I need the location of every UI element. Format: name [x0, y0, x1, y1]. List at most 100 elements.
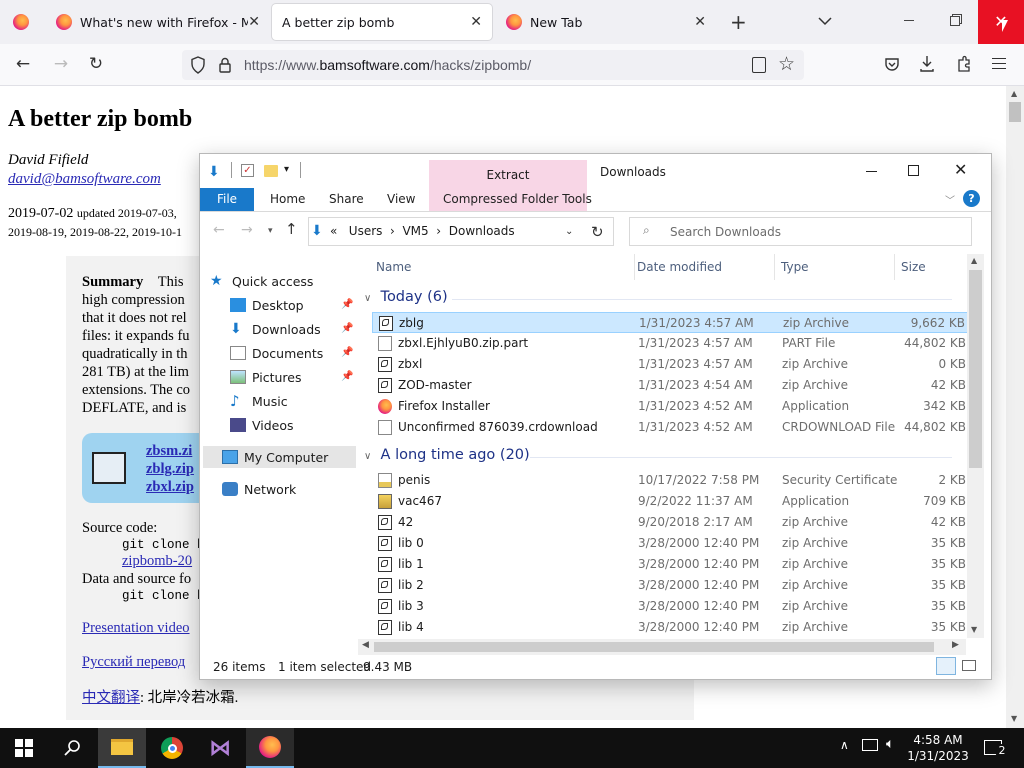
- scrollbar-thumb[interactable]: [969, 270, 982, 468]
- taskbar-firefox[interactable]: [246, 728, 294, 768]
- scrollbar-thumb[interactable]: [374, 642, 934, 652]
- menu-icon[interactable]: [992, 58, 1006, 69]
- address-bar[interactable]: ⬇ « Users › VM5 › Downloads ⌄: [308, 217, 614, 246]
- bookmark-star-icon[interactable]: ☆: [778, 53, 795, 75]
- file-row[interactable]: vac467 9/2/2022 11:37 AM Application 709 KB: [372, 491, 968, 512]
- file-row[interactable]: ZOD-master 1/31/2023 4:54 AM zip Archive 42…: [372, 375, 968, 396]
- file-row[interactable]: lib 3 3/28/2000 12:40 PM zip Archive 35 KB: [372, 596, 968, 617]
- pin-icon[interactable]: 📌: [341, 323, 353, 334]
- scroll-right-icon[interactable]: ▶: [952, 640, 959, 650]
- url-text[interactable]: https://www.bamsoftware.com/hacks/zipbom…: [244, 57, 531, 73]
- scroll-left-icon[interactable]: ◀: [362, 640, 369, 650]
- file-row[interactable]: zbxl.EjhlyuB0.zip.part 1/31/2023 4:57 AM P…: [372, 333, 968, 354]
- nav-item-pictures[interactable]: Pictures: [230, 366, 302, 388]
- close-tab-icon[interactable]: ✕: [470, 14, 482, 30]
- refresh-icon[interactable]: ↻: [591, 223, 604, 241]
- tab-new-tab[interactable]: New Tab ✕: [494, 0, 716, 44]
- close-window-button[interactable]: ✕: [978, 0, 1024, 44]
- file-row[interactable]: zbxl 1/31/2023 4:57 AM zip Archive 0 KB: [372, 354, 968, 375]
- start-button[interactable]: [0, 728, 48, 768]
- file-row[interactable]: zblg 1/31/2023 4:57 AM zip Archive 9,662 KB: [372, 312, 968, 333]
- scroll-up-icon[interactable]: ▲: [1011, 89, 1017, 98]
- volume-icon[interactable]: 🔈︎: [886, 736, 894, 752]
- breadcrumb-vm5[interactable]: VM5: [402, 224, 428, 238]
- close-tab-icon[interactable]: ✕: [694, 14, 706, 30]
- search-button[interactable]: [48, 728, 96, 768]
- file-row[interactable]: Unconfirmed 876039.crdownload 1/31/2023 4…: [372, 417, 968, 438]
- file-row[interactable]: lib 4 3/28/2000 12:40 PM zip Archive 35 KB: [372, 617, 968, 638]
- taskbar-chrome[interactable]: [148, 728, 196, 768]
- breadcrumb-downloads[interactable]: Downloads: [449, 224, 515, 238]
- forward-icon[interactable]: →: [50, 54, 72, 74]
- nav-item-documents[interactable]: Documents: [230, 342, 323, 364]
- file-row[interactable]: lib 2 3/28/2000 12:40 PM zip Archive 35 KB: [372, 575, 968, 596]
- zbxl-link[interactable]: zbxl.zip: [146, 478, 194, 496]
- tab-zip-bomb[interactable]: A better zip bomb ✕: [272, 4, 492, 40]
- taskbar-visual-studio[interactable]: ⋈: [196, 728, 244, 768]
- nav-item-downloads[interactable]: ⬇ Downloads: [230, 318, 321, 340]
- breadcrumb-overflow[interactable]: «: [330, 224, 337, 238]
- restore-icon[interactable]: [950, 16, 960, 26]
- pin-icon[interactable]: 📌: [341, 371, 353, 382]
- scroll-down-icon[interactable]: ▼: [971, 625, 977, 634]
- search-input[interactable]: ⌕ Search Downloads: [629, 217, 972, 246]
- group-today[interactable]: ∨ Today (6): [364, 289, 448, 305]
- minimize-icon[interactable]: [904, 20, 914, 21]
- scroll-down-icon[interactable]: ▼: [1011, 714, 1017, 723]
- show-hidden-icons[interactable]: ∧: [840, 738, 849, 752]
- back-icon[interactable]: ←: [213, 222, 225, 238]
- ribbon-tab-compressed-folder-tools[interactable]: Compressed Folder Tools: [443, 188, 603, 211]
- quick-access-download-icon[interactable]: ⬇: [208, 164, 220, 180]
- horizontal-scrollbar[interactable]: ◀ ▶: [358, 639, 966, 655]
- column-divider[interactable]: [774, 254, 775, 280]
- page-scrollbar[interactable]: ▲ ▼: [1006, 86, 1024, 728]
- ribbon-tab-share[interactable]: Share: [329, 188, 364, 211]
- nav-item-music[interactable]: ♪ Music: [230, 390, 288, 412]
- extensions-icon[interactable]: [956, 55, 972, 73]
- ribbon-tab-view[interactable]: View: [387, 188, 415, 211]
- presentation-video-link[interactable]: Presentation video: [82, 620, 190, 637]
- tab-whats-new[interactable]: What's new with Firefox - More ✕: [44, 0, 270, 44]
- list-all-tabs-icon[interactable]: [816, 12, 834, 30]
- ribbon-tab-home[interactable]: Home: [270, 188, 305, 211]
- customize-toolbar-icon[interactable]: ▾: [284, 164, 289, 175]
- back-icon[interactable]: ←: [12, 54, 34, 74]
- file-row[interactable]: lib 1 3/28/2000 12:40 PM zip Archive 35 KB: [372, 554, 968, 575]
- up-icon[interactable]: ↑: [285, 220, 298, 238]
- pocket-icon[interactable]: [884, 56, 900, 72]
- zipbomb-release-link[interactable]: zipbomb-20: [122, 553, 192, 570]
- expand-ribbon-icon[interactable]: ﹀: [945, 192, 955, 207]
- pin-icon[interactable]: 📌: [341, 347, 353, 358]
- maximize-icon[interactable]: [908, 165, 919, 176]
- minimize-icon[interactable]: [866, 171, 877, 172]
- column-divider[interactable]: [894, 254, 895, 280]
- firefox-view-button[interactable]: [0, 0, 42, 44]
- details-view-icon[interactable]: [936, 657, 956, 675]
- ribbon-tab-file[interactable]: File: [200, 188, 254, 211]
- file-row[interactable]: lib 0 3/28/2000 12:40 PM zip Archive 35 KB: [372, 533, 968, 554]
- column-date-modified[interactable]: Date modified: [637, 260, 722, 274]
- new-folder-icon[interactable]: [264, 165, 278, 177]
- new-tab-icon[interactable]: +: [730, 10, 747, 34]
- nav-item-my-computer[interactable]: My Computer: [222, 446, 328, 468]
- chinese-translation-link[interactable]: 中文翻译: [82, 690, 140, 706]
- network-icon[interactable]: [862, 739, 878, 751]
- lock-icon[interactable]: [218, 57, 232, 73]
- close-icon[interactable]: ✕: [954, 160, 967, 179]
- reload-icon[interactable]: ↻: [85, 54, 107, 74]
- forward-icon[interactable]: →: [241, 222, 253, 238]
- help-icon[interactable]: ?: [963, 190, 980, 207]
- recent-locations-icon[interactable]: ▾: [268, 226, 273, 236]
- nav-item-network[interactable]: Network: [222, 478, 296, 500]
- large-icons-view-icon[interactable]: [962, 660, 976, 671]
- column-type[interactable]: Type: [781, 260, 809, 274]
- nav-item-videos[interactable]: Videos: [230, 414, 294, 436]
- zblg-link[interactable]: zblg.zip: [146, 460, 194, 478]
- group-long-time-ago[interactable]: ∨ A long time ago (20): [364, 447, 530, 463]
- taskbar-file-explorer[interactable]: [98, 728, 146, 768]
- nav-item-quick-access[interactable]: ★ Quick access: [210, 270, 313, 292]
- nav-item-desktop[interactable]: Desktop: [230, 294, 304, 316]
- breadcrumb-users[interactable]: Users: [349, 224, 383, 238]
- pin-icon[interactable]: 📌: [341, 299, 353, 310]
- reader-view-icon[interactable]: [752, 57, 766, 73]
